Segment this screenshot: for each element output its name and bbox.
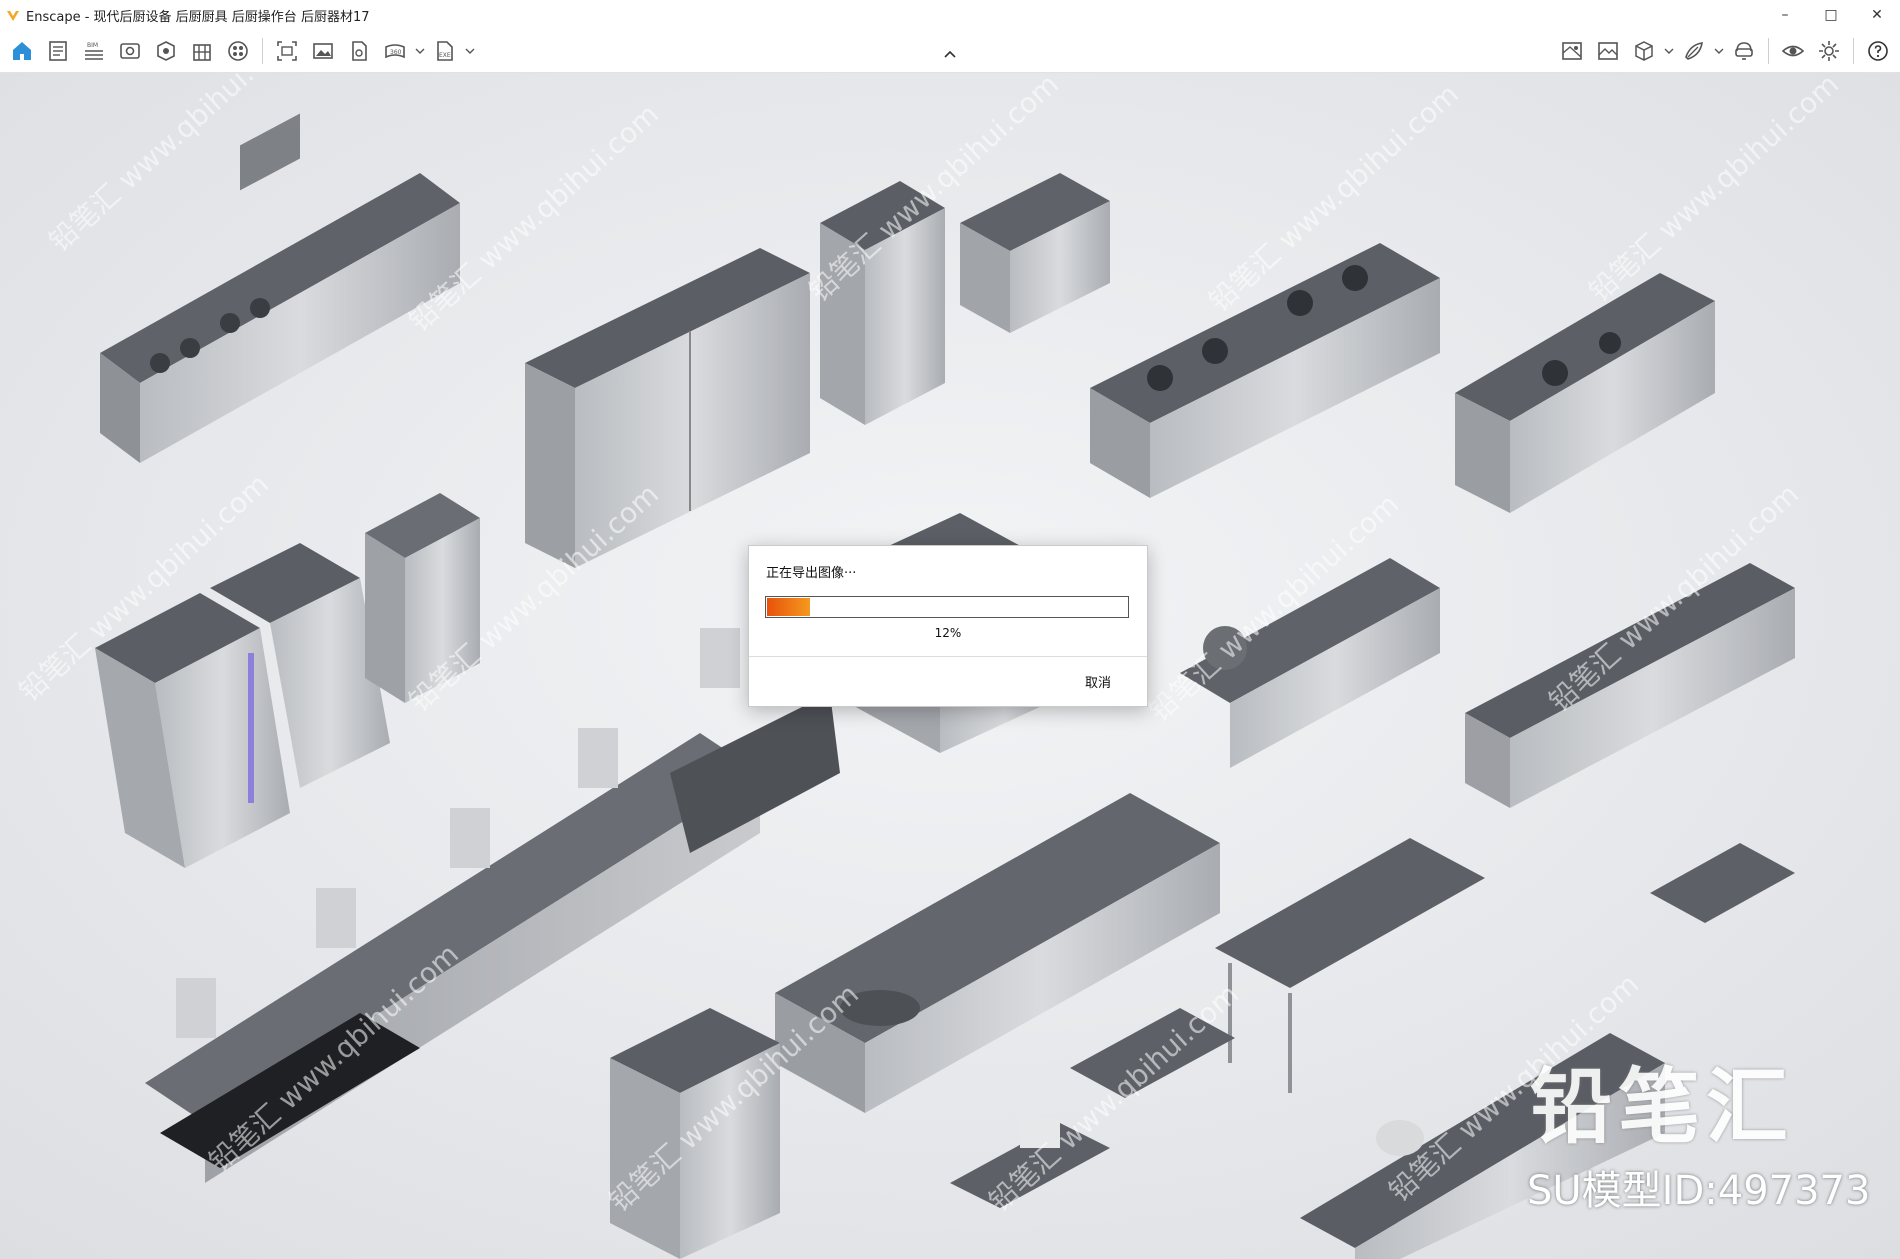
model-id-watermark: SU模型ID:497373 bbox=[1527, 1168, 1871, 1214]
svg-text:360: 360 bbox=[390, 49, 402, 56]
dialog-title: 正在导出图像··· bbox=[766, 566, 857, 581]
atmosphere-button[interactable] bbox=[1676, 35, 1712, 67]
main-toolbar: BIM 360 EXE bbox=[0, 30, 1900, 73]
screenshot-button[interactable] bbox=[269, 35, 305, 67]
panorama-icon: 360 bbox=[385, 44, 405, 59]
brand-watermark-text: 铅笔汇 bbox=[1530, 1060, 1795, 1155]
document-icon bbox=[49, 41, 67, 61]
chevron-down-icon bbox=[415, 48, 425, 54]
site-button[interactable] bbox=[184, 35, 220, 67]
svg-text:EXE: EXE bbox=[439, 52, 451, 59]
maximize-button[interactable]: □ bbox=[1808, 0, 1854, 30]
dialog-divider bbox=[749, 656, 1147, 657]
close-button[interactable]: ✕ bbox=[1854, 0, 1900, 30]
document-button[interactable] bbox=[40, 35, 76, 67]
collapse-toolbar-chevron-icon[interactable] bbox=[940, 48, 960, 60]
export-progress-bar bbox=[765, 596, 1129, 618]
settings-icon bbox=[1819, 41, 1839, 61]
toolbar-separator bbox=[262, 38, 263, 64]
vr-icon bbox=[1735, 42, 1753, 60]
export-icon: EXE bbox=[437, 41, 453, 61]
chevron-down-icon bbox=[1664, 48, 1674, 54]
map-icon bbox=[1562, 42, 1582, 60]
export-button[interactable]: EXE bbox=[427, 35, 463, 67]
toolbar-left-group: BIM 360 EXE bbox=[4, 34, 477, 68]
cube-icon bbox=[1635, 41, 1653, 61]
title-bar: Enscape - 现代后厨设备 后厨厨具 后厨操作台 后厨器材17 – □ ✕ bbox=[0, 0, 1900, 30]
home-button[interactable] bbox=[4, 35, 40, 67]
render-button[interactable] bbox=[341, 35, 377, 67]
window-title: Enscape - 现代后厨设备 后厨厨具 后厨操作台 后厨器材17 bbox=[26, 9, 370, 25]
visibility-icon bbox=[1781, 45, 1805, 57]
vr-button[interactable] bbox=[1726, 35, 1762, 67]
toolbar-separator bbox=[1768, 38, 1769, 64]
landscape-icon bbox=[1598, 42, 1618, 60]
progress-fill bbox=[767, 598, 810, 616]
cube-button[interactable] bbox=[1626, 35, 1662, 67]
site-icon bbox=[193, 44, 211, 61]
home-icon bbox=[13, 42, 31, 60]
window-controls: – □ ✕ bbox=[1762, 0, 1900, 30]
help-icon bbox=[1868, 41, 1888, 61]
atmosphere-dropdown[interactable] bbox=[1712, 35, 1726, 67]
enscape-logo-icon bbox=[7, 11, 19, 21]
capture-icon bbox=[157, 41, 175, 61]
render-icon bbox=[352, 41, 367, 61]
svg-text:BIM: BIM bbox=[87, 42, 98, 49]
cancel-button[interactable]: 取消 bbox=[1079, 670, 1117, 693]
view-button[interactable] bbox=[112, 35, 148, 67]
materials-icon bbox=[228, 41, 248, 61]
image-button[interactable] bbox=[305, 35, 341, 67]
visibility-button[interactable] bbox=[1775, 35, 1811, 67]
materials-button[interactable] bbox=[220, 35, 256, 67]
brand-watermark: 铅笔汇 bbox=[1530, 1040, 1870, 1155]
toolbar-separator bbox=[1853, 38, 1854, 64]
export-progress-dialog: 正在导出图像··· 12% 取消 bbox=[748, 545, 1148, 707]
export-dropdown[interactable] bbox=[463, 35, 477, 67]
screenshot-icon bbox=[277, 41, 297, 61]
settings-button[interactable] bbox=[1811, 35, 1847, 67]
panorama-button[interactable]: 360 bbox=[377, 35, 413, 67]
bim-icon: BIM bbox=[85, 42, 103, 60]
view-icon bbox=[120, 43, 140, 59]
minimize-button[interactable]: – bbox=[1762, 0, 1808, 30]
landscape-button[interactable] bbox=[1590, 35, 1626, 67]
toolbar-right-group bbox=[1554, 34, 1896, 68]
help-button[interactable] bbox=[1860, 35, 1896, 67]
cube-dropdown[interactable] bbox=[1662, 35, 1676, 67]
progress-percent-label: 12% bbox=[934, 626, 962, 640]
panorama-dropdown[interactable] bbox=[413, 35, 427, 67]
image-icon bbox=[313, 43, 333, 59]
map-button[interactable] bbox=[1554, 35, 1590, 67]
capture-button[interactable] bbox=[148, 35, 184, 67]
chevron-down-icon bbox=[1714, 48, 1724, 54]
chevron-down-icon bbox=[465, 48, 475, 54]
bim-button[interactable]: BIM bbox=[76, 35, 112, 67]
atmosphere-icon bbox=[1685, 42, 1703, 60]
